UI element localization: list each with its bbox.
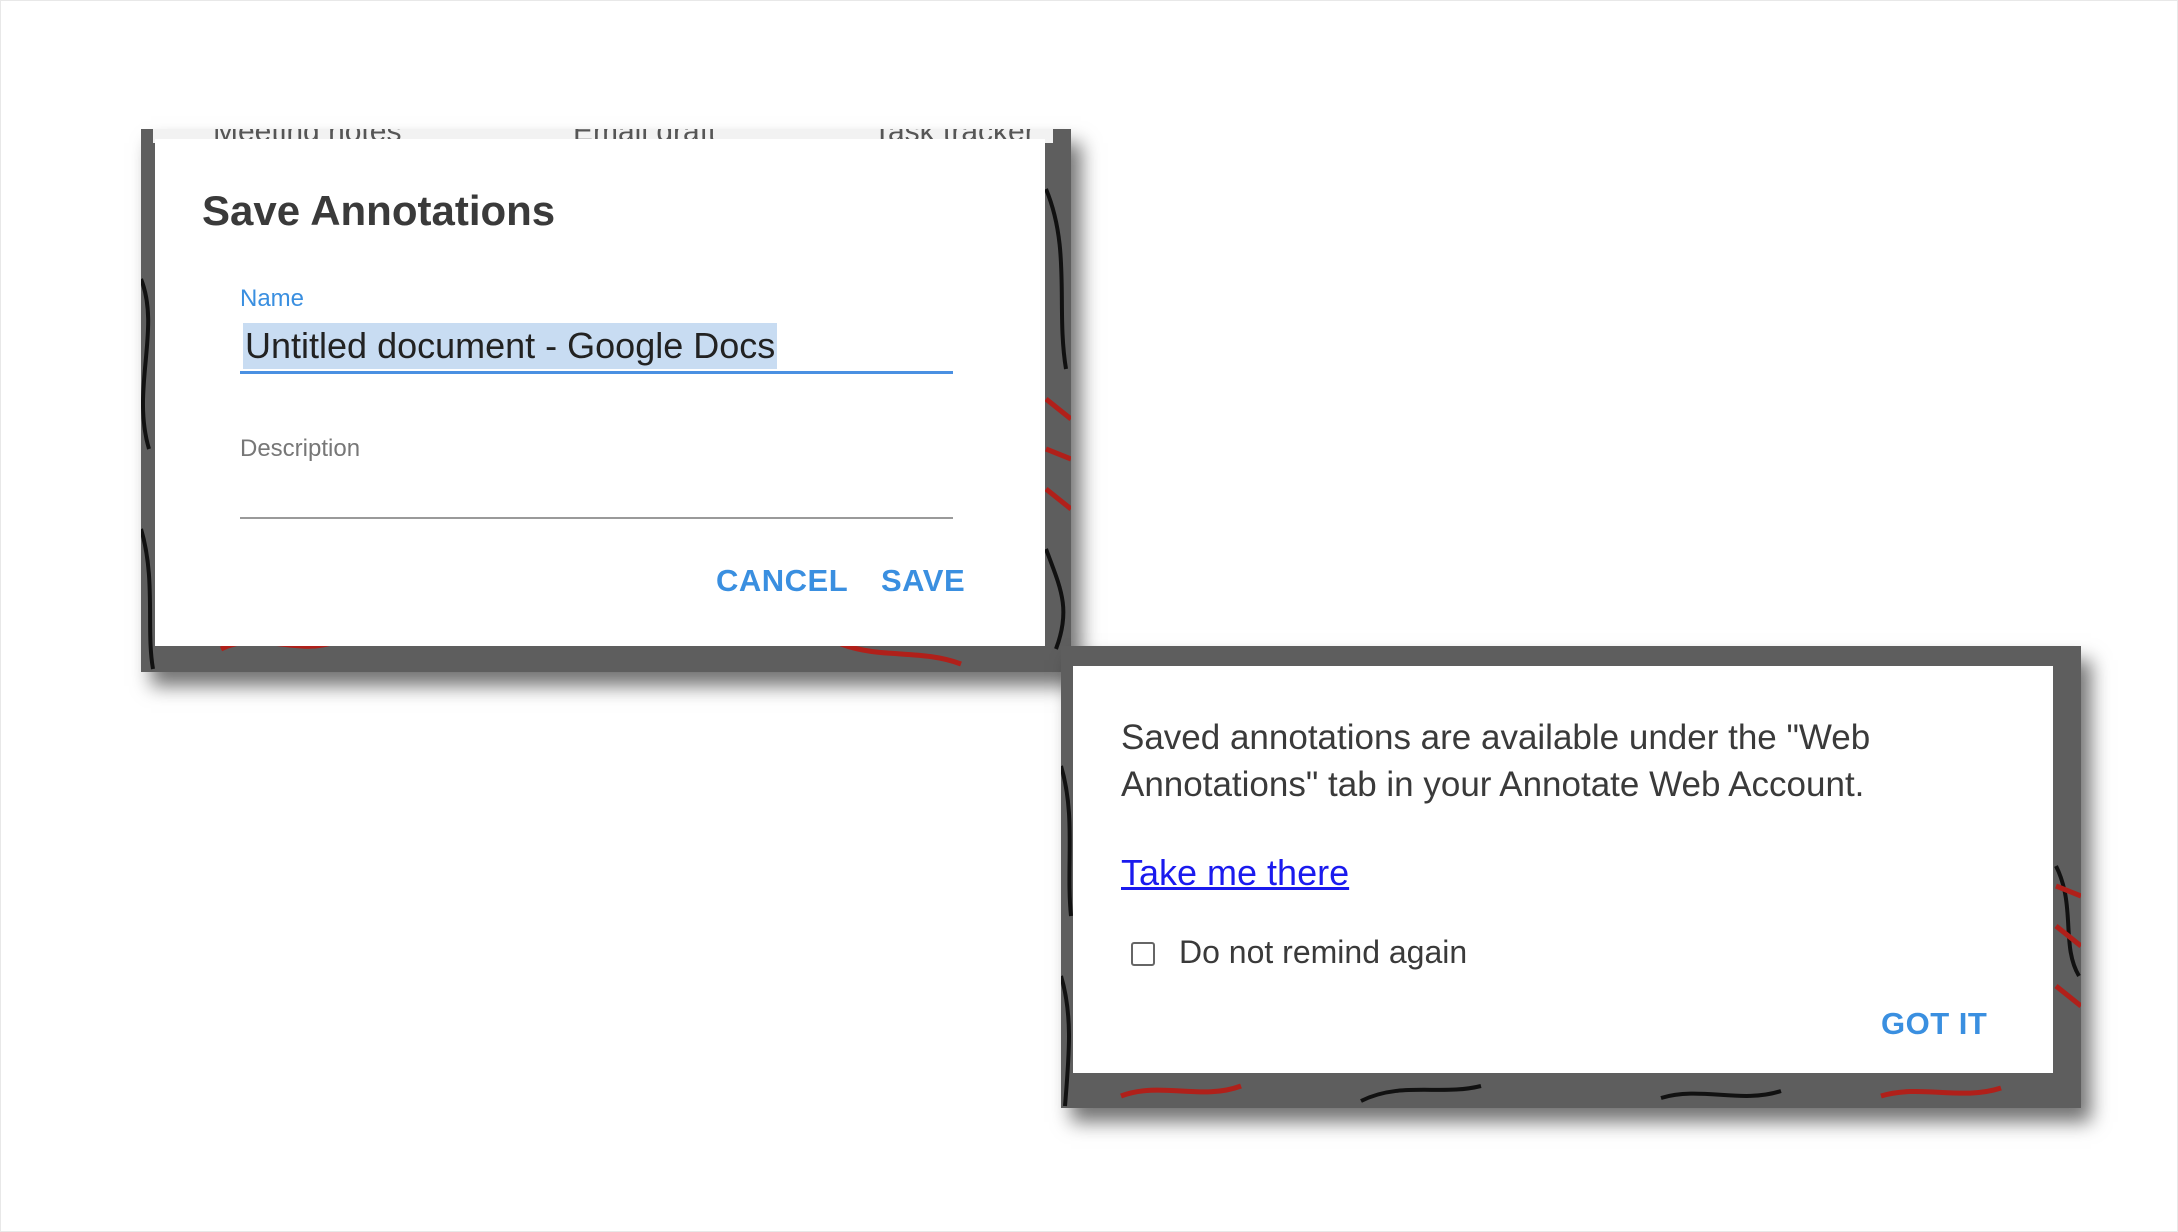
cancel-button[interactable]: CANCEL — [716, 563, 848, 599]
canvas: Meeting notes Email draft Task tracker S… — [0, 0, 2178, 1232]
description-input[interactable] — [240, 469, 953, 519]
got-it-button[interactable]: GOT IT — [1881, 1006, 1987, 1042]
do-not-remind-checkbox[interactable] — [1131, 942, 1155, 966]
dialog-title: Save Annotations — [202, 187, 556, 234]
info-message: Saved annotations are available under th… — [1121, 718, 1871, 804]
name-input[interactable]: Untitled document - Google Docs — [240, 319, 953, 374]
saved-annotations-info-dialog: Saved annotations are available under th… — [1073, 666, 2053, 1073]
description-field-label: Description — [240, 435, 361, 462]
name-field-label: Name — [240, 285, 305, 312]
save-button[interactable]: SAVE — [881, 563, 965, 599]
saved-info-screenshot: Saved annotations are available under th… — [1061, 646, 2081, 1108]
take-me-there-link[interactable]: Take me there — [1121, 852, 1349, 894]
do-not-remind-label[interactable]: Do not remind again — [1179, 934, 1467, 971]
save-annotations-dialog: Save Annotations Name Untitled document … — [155, 139, 1045, 646]
name-input-value: Untitled document - Google Docs — [243, 323, 778, 369]
save-annotations-screenshot: Meeting notes Email draft Task tracker S… — [141, 129, 1071, 672]
